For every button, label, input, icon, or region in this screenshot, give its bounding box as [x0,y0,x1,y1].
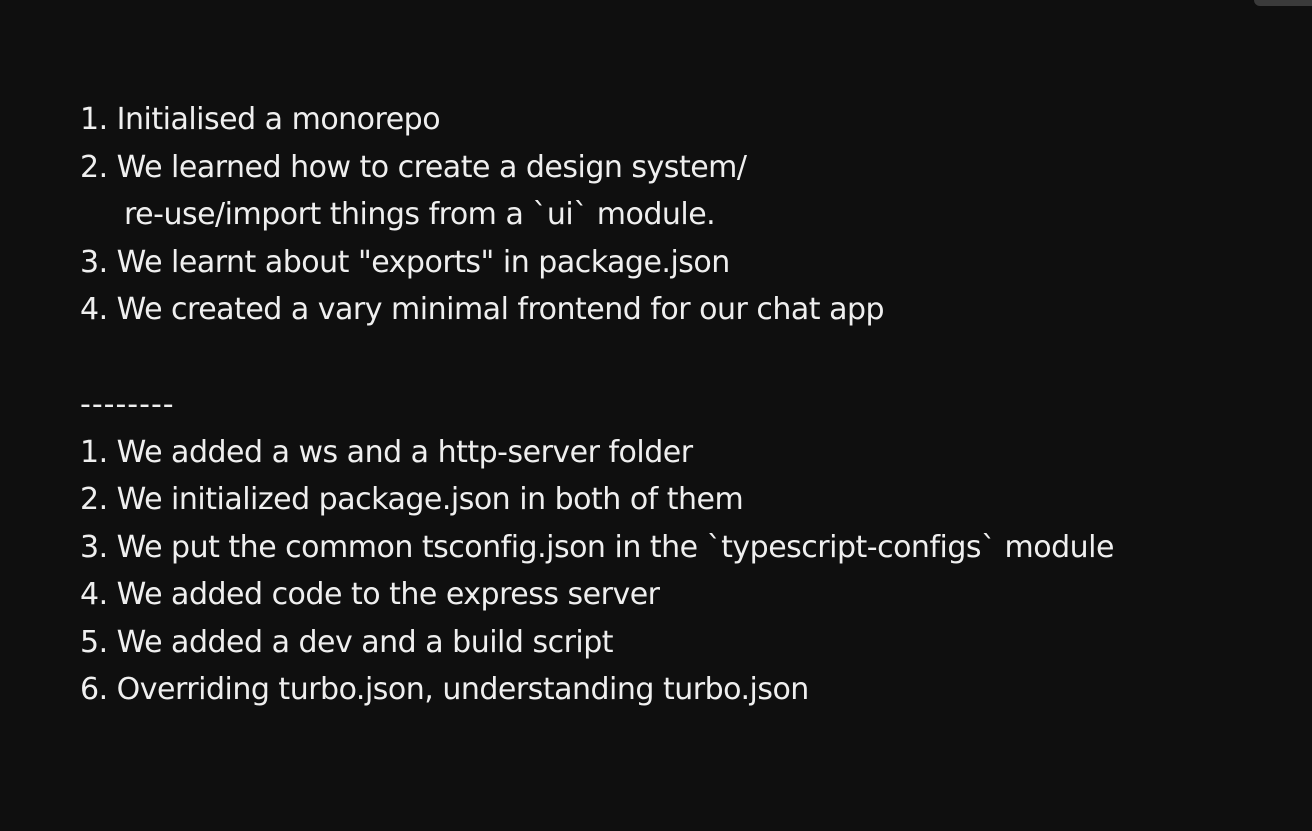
note-line: 2. We initialized package.json in both o… [80,482,744,517]
section-separator: -------- [80,387,175,422]
note-line: 1. Initialised a monorepo [80,102,441,137]
note-line: 1. We added a ws and a http-server folde… [80,434,693,470]
corner-overlay [1254,0,1312,6]
note-line: 5. We added a dev and a build script [80,624,614,660]
note-line-continuation: re-use/import things from a `ui` module. [124,197,716,232]
note-line: 3. We learnt about "exports" in package.… [80,244,730,280]
section-monorepo-setup: 1. Initialised a monorepo 2. We learned … [80,96,1280,334]
note-line: 6. Overriding turbo.json, understanding … [80,672,809,707]
slide-canvas: 1. Initialised a monorepo 2. We learned … [0,0,1312,831]
note-line: 2. We learned how to create a design sys… [80,149,747,185]
notes-list: 1. Initialised a monorepo 2. We learned … [80,96,1280,714]
note-line: 4. We created a vary minimal frontend fo… [80,292,885,327]
note-line: 4. We added code to the express server [80,577,660,612]
section-server-setup: 1. We added a ws and a http-server folde… [80,429,1280,714]
note-line: 3. We put the common tsconfig.json in th… [80,529,1114,565]
